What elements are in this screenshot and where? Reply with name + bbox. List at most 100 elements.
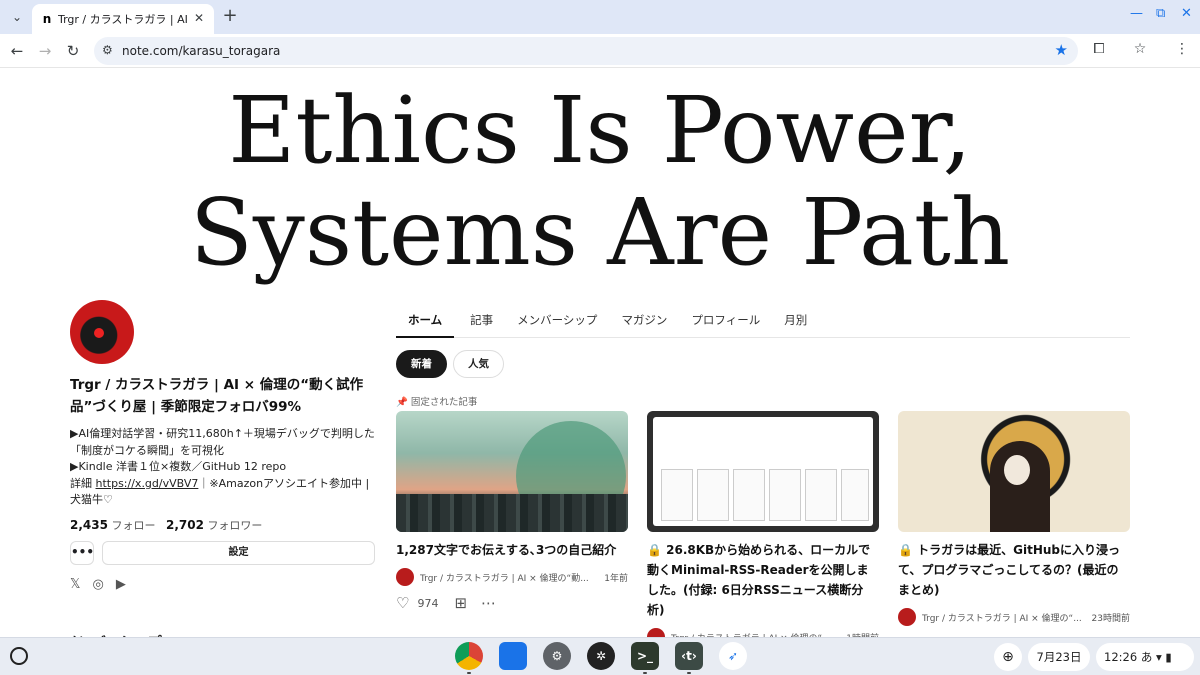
follow-count[interactable]: 2,435 [70, 518, 108, 532]
article-title[interactable]: 🔒 トラガラは最近、GitHubに入り浸って、プログラマごっこしてるの？(最近の… [898, 540, 1130, 600]
chip-new[interactable]: 新着 [396, 350, 447, 378]
tab-magazine[interactable]: マガジン [621, 308, 667, 337]
browser-toolbar: ← → ↻ ⚙ note.com/karasu_toragara ★ ⧠ ☆ ⋮ [0, 34, 1200, 68]
article-meta: Trgr / カラストラガラ | AI × 倫理の“動... 1年前 [396, 568, 628, 586]
address-bar[interactable]: ⚙ note.com/karasu_toragara ★ [94, 37, 1078, 65]
article-card[interactable]: 1,287文字でお伝えする､3つの自己紹介 Trgr / カラストラガラ | A… [396, 411, 628, 612]
article-meta: Trgr / カラストラガラ | AI × 倫理の“... 23時間前 [898, 608, 1130, 626]
article-thumbnail[interactable] [647, 411, 879, 532]
chrome-app-icon[interactable] [455, 642, 483, 670]
reading-list-icon[interactable]: ☆ [1130, 41, 1150, 57]
tab-monthly[interactable]: 月別 [784, 308, 807, 337]
reload-icon[interactable]: ↻ [62, 40, 84, 62]
thumb-column [661, 469, 693, 521]
running-indicator [643, 672, 647, 674]
hero-line-1: Ethics Is Power, [228, 77, 972, 184]
follower-label[interactable]: フォロワー [207, 519, 262, 532]
author-name[interactable]: Trgr / カラストラガラ | AI × 倫理の“... [922, 611, 1086, 624]
article-card[interactable]: 🔒 26.8KBから始められる、ローカルで動くMinimal-RSS-Reade… [647, 411, 879, 646]
tab-membership[interactable]: メンバーシップ [517, 308, 597, 337]
tab-strip: ⌄ n Trgr / カラストラガラ | AI × 倫理の“動く試作品”づくり屋… [0, 0, 1200, 34]
clock: 12:26 [1104, 650, 1138, 664]
more-dots-icon[interactable]: ⋯ [481, 594, 496, 612]
article-actions: ♡ 974 ⊞ ⋯ [396, 594, 628, 612]
battery-icon: ▮ [1165, 650, 1172, 664]
terminal-app-icon[interactable]: >_ [631, 642, 659, 670]
bio-link[interactable]: https://x.gd/vVBV7 [96, 477, 199, 490]
new-tab-icon[interactable]: + [220, 6, 240, 26]
app-icon[interactable]: ✲ [587, 642, 615, 670]
article-time: 23時間前 [1091, 613, 1130, 624]
text-app-icon[interactable]: ‹t› [675, 642, 703, 670]
x-icon[interactable]: 𝕏 [70, 577, 80, 592]
author-avatar[interactable] [396, 568, 414, 586]
thumb-column [697, 469, 729, 521]
wifi-icon: ▾ [1155, 650, 1162, 664]
files-app-icon[interactable] [499, 642, 527, 670]
article-title[interactable]: 🔒 26.8KBから始められる、ローカルで動くMinimal-RSS-Reade… [647, 540, 879, 620]
url-text[interactable]: note.com/karasu_toragara [122, 44, 280, 58]
author-avatar[interactable] [898, 608, 916, 626]
bookmark-star-icon[interactable]: ★ [1055, 41, 1068, 59]
minimize-icon[interactable]: — [1130, 6, 1143, 21]
hero-line-2: Systems Are Path [189, 179, 1011, 286]
settings-app-icon[interactable]: ⚙ [543, 642, 571, 670]
status-tray[interactable]: 12:26 あ ▾ ▮ [1096, 643, 1194, 671]
tab-search-chevron-icon[interactable]: ⌄ [6, 6, 28, 28]
launcher-icon[interactable] [10, 647, 28, 665]
close-window-icon[interactable]: ✕ [1181, 6, 1192, 21]
bio-line-1: ▶AI倫理対話学習・研究11,680h↑＋現場デバッグで判明した「制度がコケる瞬… [70, 427, 375, 457]
forward-arrow-icon[interactable]: → [34, 40, 56, 62]
note-favicon-icon: n [42, 12, 52, 26]
profile-bio: ▶AI倫理対話学習・研究11,680h↑＋現場デバッグで判明した「制度がコケる瞬… [70, 426, 375, 509]
bio-prefix: 詳細 [70, 476, 96, 490]
thumb-column [733, 469, 765, 521]
youtube-icon[interactable]: ▶ [116, 577, 126, 592]
pin-icon: 📌 [396, 397, 408, 408]
pinned-text: 固定された記事 [410, 397, 478, 408]
tab-articles[interactable]: 記事 [470, 308, 493, 337]
social-links: 𝕏 ◎ ▶ [70, 577, 375, 592]
close-tab-icon[interactable]: ✕ [194, 11, 204, 25]
thumb-column [805, 469, 837, 521]
pinned-label: 📌 固定された記事 [396, 394, 477, 408]
author-name[interactable]: Trgr / カラストラガラ | AI × 倫理の“動... [420, 571, 590, 584]
add-to-magazine-icon[interactable]: ⊞ [454, 594, 467, 612]
extensions-icon[interactable]: ⧠ [1089, 41, 1109, 57]
settings-button[interactable]: 設定 [102, 540, 375, 565]
tab-profile[interactable]: プロフィール [691, 308, 760, 337]
restore-icon[interactable]: ⧉ [1156, 6, 1165, 21]
article-title[interactable]: 1,287文字でお伝えする､3つの自己紹介 [396, 540, 628, 560]
thumb-city [396, 494, 628, 532]
article-thumbnail[interactable] [396, 411, 628, 532]
profile-tabs: ホーム 記事 メンバーシップ マガジン プロフィール 月別 [396, 308, 1130, 338]
date-pill[interactable]: 7月23日 [1028, 643, 1090, 671]
bio-line-3: 詳細 https://x.gd/vVBV7｜※Amazonアソシエイト参加中 |… [70, 476, 375, 509]
follow-label[interactable]: フォロー [111, 519, 155, 532]
article-thumbnail[interactable] [898, 411, 1130, 532]
article-time: 1年前 [604, 573, 628, 584]
back-arrow-icon[interactable]: ← [6, 40, 28, 62]
ime-indicator: あ [1140, 650, 1153, 664]
instagram-icon[interactable]: ◎ [92, 577, 103, 592]
bio-line-2: ▶Kindle 洋書１位×複数／GitHub 12 repo [70, 460, 287, 473]
follow-stats: 2,435 フォロー 2,702 フォロワー [70, 517, 375, 533]
app-icon[interactable]: ➶ [719, 642, 747, 670]
profile-sidebar: Trgr / カラストラガラ | AI × 倫理の“動く試作品”づくり屋 | 季… [70, 300, 375, 592]
thumb-screenshot [653, 417, 873, 526]
more-options-button[interactable]: ••• [70, 540, 94, 565]
chip-popular[interactable]: 人気 [453, 350, 504, 378]
avatar[interactable] [70, 300, 134, 364]
site-info-icon[interactable]: ⚙ [102, 43, 113, 57]
add-icon[interactable]: ⊕ [994, 643, 1022, 671]
sort-chips: 新着 人気 [396, 350, 504, 378]
profile-name: Trgr / カラストラガラ | AI × 倫理の“動く試作品”づくり屋 | 季… [70, 377, 364, 415]
avatar-eye [94, 328, 104, 338]
like-heart-icon[interactable]: ♡ [396, 594, 409, 612]
article-card[interactable]: 🔒 トラガラは最近、GitHubに入り浸って、プログラマごっこしてるの？(最近の… [898, 411, 1130, 626]
menu-kebab-icon[interactable]: ⋮ [1172, 41, 1192, 57]
follower-count[interactable]: 2,702 [166, 518, 204, 532]
browser-tab[interactable]: n Trgr / カラストラガラ | AI × 倫理の“動く試作品”づくり屋 |… [32, 4, 214, 34]
tab-home[interactable]: ホーム [396, 308, 455, 338]
os-shelf: ⚙ ✲ >_ ‹t› ➶ ⊕ 7月23日 12:26 あ ▾ ▮ [0, 637, 1200, 675]
